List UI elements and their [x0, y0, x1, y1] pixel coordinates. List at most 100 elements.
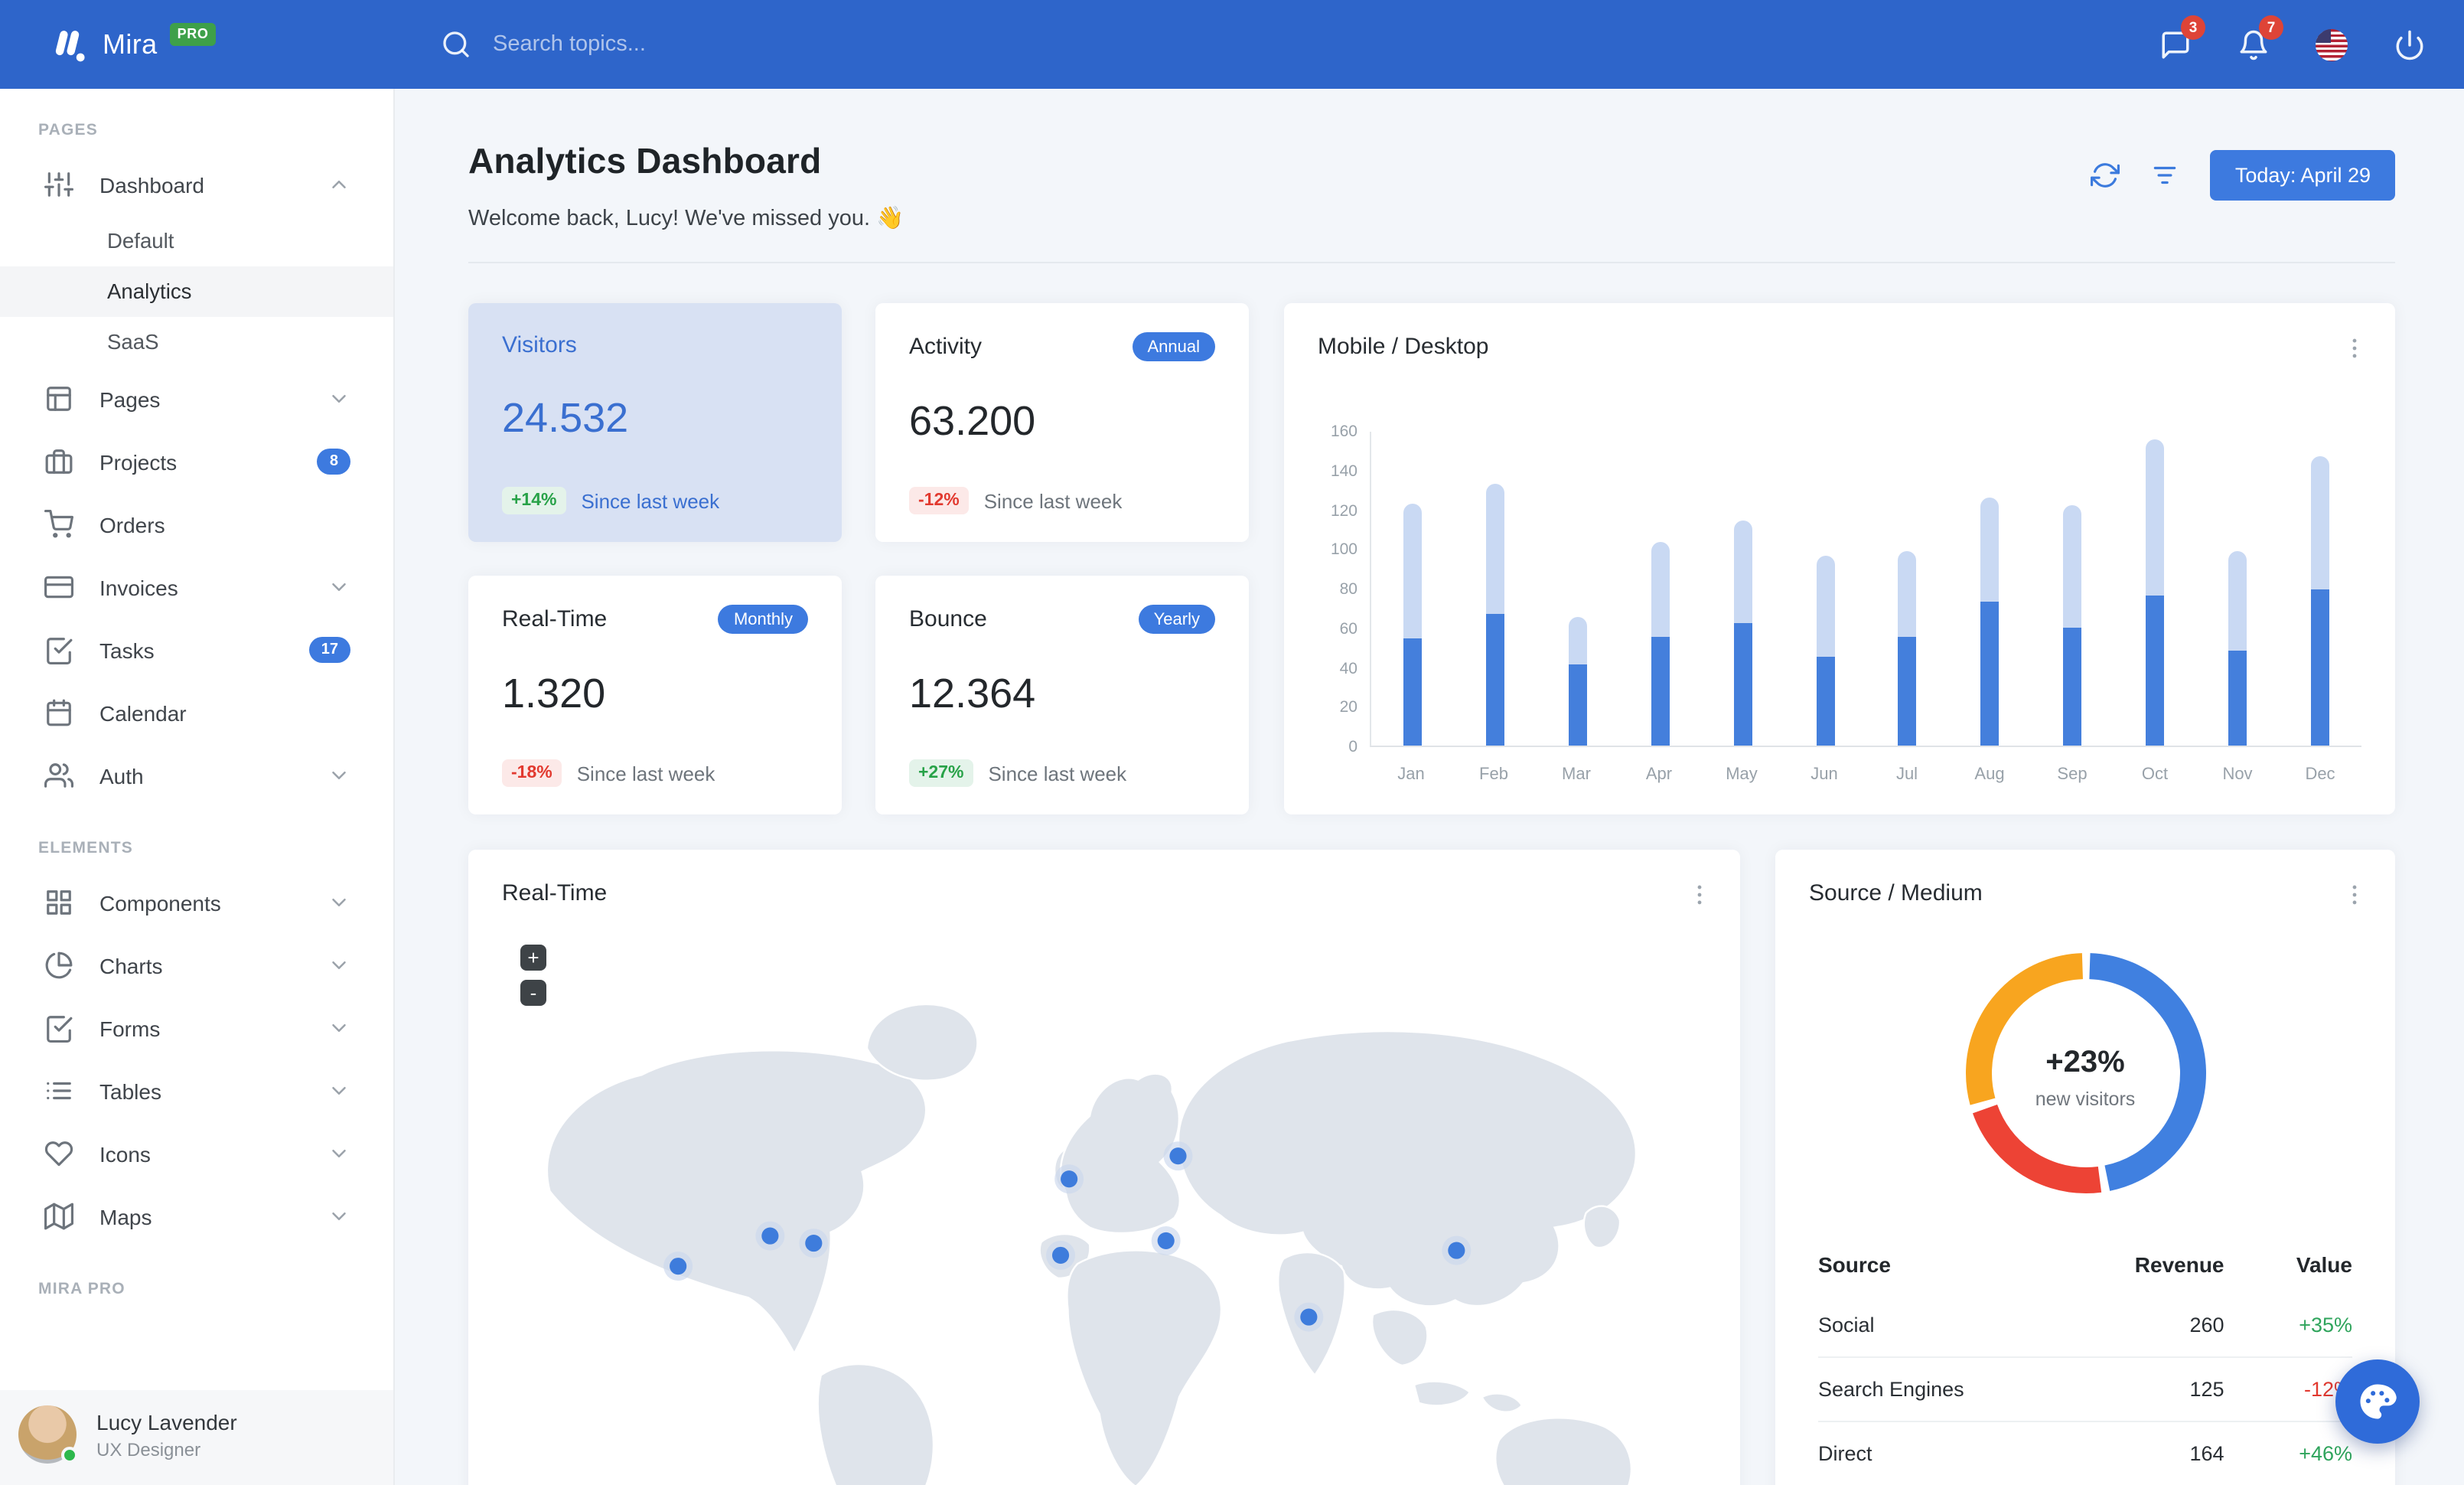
map-marker-new-york[interactable]	[799, 1229, 829, 1258]
user-role: UX Designer	[96, 1438, 201, 1460]
navbar-actions: 3 7	[2156, 15, 2464, 63]
kebab-icon	[2341, 335, 2367, 361]
filter-button[interactable]	[2148, 158, 2182, 192]
bar-desktop-segment	[1980, 497, 2000, 602]
messages-button[interactable]: 3	[2156, 15, 2205, 63]
sidebar-item-tasks[interactable]: Tasks 17	[0, 618, 393, 681]
map-marker-california[interactable]	[663, 1252, 693, 1281]
bar-slot-may[interactable]	[1701, 432, 1784, 746]
components-icon	[44, 888, 73, 917]
bar-slot-mar[interactable]	[1537, 432, 1619, 746]
sidebar-item-tables[interactable]: Tables	[0, 1059, 393, 1122]
panel-menu-button[interactable]	[1682, 880, 1716, 914]
bar-mobile-segment	[1651, 637, 1670, 746]
avatar	[18, 1405, 78, 1464]
bar-slot-jun[interactable]	[1784, 432, 1866, 746]
cell-revenue: 125	[2058, 1356, 2224, 1421]
forms-icon	[44, 1013, 73, 1043]
map-zoom-out-button[interactable]: -	[520, 980, 546, 1006]
notifications-button[interactable]: 7	[2234, 15, 2283, 63]
sidebar-subitem-default[interactable]: Default	[0, 216, 393, 266]
map-marker-spain[interactable]	[1046, 1240, 1076, 1270]
sidebar-item-components[interactable]: Components	[0, 871, 393, 934]
bar-desktop-segment	[1403, 503, 1422, 639]
sidebar-user[interactable]: Lucy Lavender UX Designer	[0, 1390, 393, 1485]
stat-value: 63.200	[909, 398, 1036, 444]
sidebar-subitem-saas[interactable]: SaaS	[0, 317, 393, 367]
bar-desktop-segment	[1898, 550, 1917, 638]
cell-source: Search Engines	[1818, 1356, 2059, 1421]
date-button[interactable]: Today: April 29	[2210, 150, 2395, 201]
sidebar-item-auth[interactable]: Auth	[0, 744, 393, 807]
bar-slot-dec[interactable]	[2279, 432, 2361, 746]
map-marker-turkey[interactable]	[1151, 1226, 1181, 1255]
map-marker-london[interactable]	[1054, 1164, 1084, 1194]
stat-value: 12.364	[909, 671, 1036, 716]
stat-note: Since last week	[576, 762, 715, 785]
panel-menu-button[interactable]	[2337, 334, 2371, 367]
month-label: Dec	[2305, 765, 2335, 784]
map-marker-moscow[interactable]	[1163, 1141, 1193, 1171]
bar-slot-jan[interactable]	[1371, 432, 1454, 746]
navbar-search	[441, 29, 2156, 60]
search-input[interactable]	[493, 32, 983, 57]
brand[interactable]: Mira PRO	[0, 22, 395, 64]
stacked-bar	[1568, 617, 1587, 746]
bar-mobile-segment	[1980, 602, 2000, 746]
world-map[interactable]	[499, 954, 1709, 1485]
bar-slot-apr[interactable]	[1619, 432, 1702, 746]
chevron-down-icon	[328, 387, 350, 410]
chevron-down-icon	[328, 576, 350, 599]
notifications-count-badge: 7	[2259, 15, 2283, 40]
stat-delta-chip: +14%	[502, 487, 566, 514]
sidebar-item-charts[interactable]: Charts	[0, 934, 393, 997]
sidebar-subitem-analytics[interactable]: Analytics	[0, 266, 393, 317]
language-button[interactable]	[2312, 26, 2349, 63]
month-label: Feb	[1479, 765, 1508, 784]
charts-icon	[44, 951, 73, 980]
mobile-desktop-panel: Mobile / Desktop 0 20 40 60 80 100 120 140 160 J…	[1284, 303, 2395, 814]
bar-slot-aug[interactable]	[1949, 432, 2032, 746]
map-marker-china[interactable]	[1442, 1235, 1472, 1265]
map-marker-india[interactable]	[1294, 1302, 1324, 1332]
stat-note: Since last week	[581, 489, 720, 512]
stacked-bar	[2228, 550, 2247, 746]
sidebar-item-projects[interactable]: Projects 8	[0, 430, 393, 493]
auth-icon	[44, 761, 73, 790]
stat-period-badge[interactable]: Yearly	[1138, 605, 1215, 634]
bar-slot-oct[interactable]	[2114, 432, 2197, 746]
sidebar-item-calendar[interactable]: Calendar	[0, 681, 393, 744]
sidebar-item-maps[interactable]: Maps	[0, 1185, 393, 1248]
logout-button[interactable]	[2391, 26, 2427, 63]
sidebar-item-invoices[interactable]: Invoices	[0, 556, 393, 618]
theme-settings-fab[interactable]	[2335, 1359, 2420, 1444]
stat-period-badge[interactable]: Annual	[1132, 332, 1215, 361]
sidebar-item-forms[interactable]: Forms	[0, 997, 393, 1059]
pro-badge: PRO	[169, 22, 217, 45]
sidebar-section-label: ELEMENTS	[38, 839, 133, 857]
bar-slot-nov[interactable]	[2196, 432, 2279, 746]
cell-source: Direct	[1818, 1421, 2059, 1485]
sidebar-item-pages[interactable]: Pages	[0, 367, 393, 430]
cell-revenue: 260	[2189, 1314, 2224, 1336]
map-marker-midwest-us[interactable]	[755, 1221, 785, 1251]
col-header-revenue: Revenue	[2134, 1252, 2224, 1277]
refresh-icon	[2090, 161, 2120, 190]
refresh-button[interactable]	[2088, 158, 2122, 192]
bar-desktop-segment	[2146, 439, 2165, 596]
y-tick: 160	[1330, 423, 1357, 441]
palette-icon	[2357, 1381, 2398, 1422]
stat-period-badge[interactable]: Monthly	[718, 605, 808, 634]
map-zoom-in-button[interactable]: +	[520, 945, 546, 971]
navbar: Mira PRO 3 7	[0, 0, 2464, 89]
bar-slot-jul[interactable]	[1866, 432, 1949, 746]
sidebar-item-icons[interactable]: Icons	[0, 1122, 393, 1185]
y-tick: 80	[1339, 580, 1357, 599]
panel-menu-button[interactable]	[2337, 880, 2371, 914]
sidebar-item-orders[interactable]: Orders	[0, 493, 393, 556]
bar-mobile-segment	[1568, 664, 1587, 746]
sidebar-item-dashboard[interactable]: Dashboard	[0, 153, 393, 216]
bar-slot-feb[interactable]	[1454, 432, 1537, 746]
bar-slot-sep[interactable]	[2032, 432, 2114, 746]
month-label: Aug	[1974, 765, 2005, 784]
